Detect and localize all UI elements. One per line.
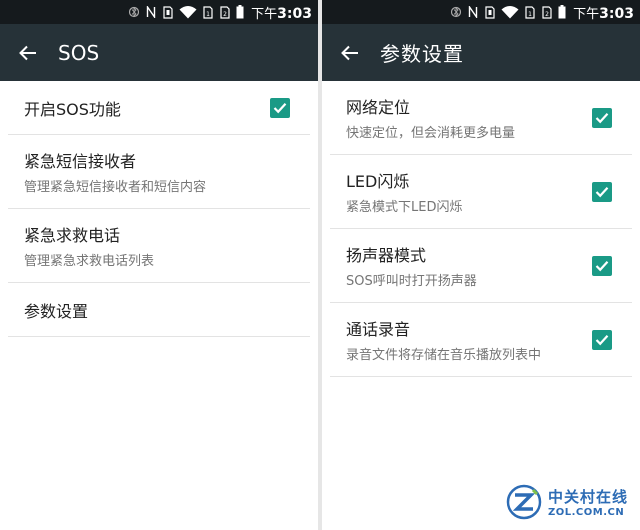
led-flash-checkbox[interactable] bbox=[592, 181, 612, 202]
call-recording-checkbox[interactable] bbox=[592, 329, 612, 350]
network-location-item[interactable]: 网络定位 快速定位，但会消耗更多电量 bbox=[330, 81, 632, 155]
parameter-settings-item[interactable]: 参数设置 bbox=[8, 283, 310, 337]
item-subtitle: 紧急模式下LED闪烁 bbox=[346, 200, 463, 215]
sms-recipients-item[interactable]: 紧急短信接收者 管理紧急短信接收者和短信内容 bbox=[8, 135, 310, 209]
wifi-icon bbox=[179, 5, 197, 19]
watermark-cn: 中关村在线 bbox=[547, 488, 628, 506]
app-bar: 参数设置 bbox=[322, 24, 640, 81]
battery-icon bbox=[236, 5, 244, 19]
settings-list: 开启SOS功能 紧急短信接收者 管理紧急短信接收者和短信内容 紧急求救电话 管理… bbox=[0, 81, 318, 337]
bluetooth-icon bbox=[450, 5, 462, 19]
sos-enable-item[interactable]: 开启SOS功能 bbox=[8, 81, 310, 135]
left-screen: 1 2 下午3:03 SOS 开启SOS功能 紧急短信接收者 管理紧急短信接收者… bbox=[0, 0, 318, 530]
app-bar: SOS bbox=[0, 24, 318, 81]
back-arrow-icon[interactable] bbox=[340, 43, 360, 63]
item-subtitle: 录音文件将存储在音乐播放列表中 bbox=[346, 348, 542, 363]
wifi-icon bbox=[501, 5, 519, 19]
svg-text:1: 1 bbox=[528, 11, 532, 18]
svg-text:2: 2 bbox=[545, 11, 549, 18]
item-title: LED闪烁 bbox=[346, 172, 410, 191]
svg-text:1: 1 bbox=[206, 11, 210, 18]
sim1-icon: 1 bbox=[524, 5, 536, 19]
nfc-icon bbox=[145, 5, 157, 19]
item-title: 开启SOS功能 bbox=[24, 99, 121, 119]
call-recording-item[interactable]: 通话录音 录音文件将存储在音乐播放列表中 bbox=[330, 303, 632, 377]
watermark-text: 中关村在线 ZOL.COM.CN bbox=[548, 486, 628, 518]
item-title: 紧急求救电话 bbox=[24, 226, 121, 245]
item-title: 扬声器模式 bbox=[346, 246, 427, 265]
item-subtitle: 快速定位，但会消耗更多电量 bbox=[346, 126, 516, 141]
emergency-call-item[interactable]: 紧急求救电话 管理紧急求救电话列表 bbox=[8, 209, 310, 283]
back-arrow-icon[interactable] bbox=[18, 43, 38, 63]
item-subtitle: SOS呼叫时打开扬声器 bbox=[346, 274, 477, 289]
item-title: 紧急短信接收者 bbox=[24, 152, 137, 171]
network-location-checkbox[interactable] bbox=[592, 107, 612, 128]
item-subtitle: 管理紧急求救电话列表 bbox=[24, 254, 155, 269]
sim2-icon: 2 bbox=[219, 5, 231, 19]
sim-icon bbox=[484, 5, 496, 19]
sim1-icon: 1 bbox=[202, 5, 214, 19]
status-bar: 1 2 下午3:03 bbox=[322, 0, 640, 24]
sim2-icon: 2 bbox=[541, 5, 553, 19]
item-title: 通话录音 bbox=[346, 320, 411, 339]
nfc-icon bbox=[467, 5, 479, 19]
speaker-mode-checkbox[interactable] bbox=[592, 255, 612, 276]
page-title: SOS bbox=[58, 40, 100, 65]
zol-logo-icon bbox=[506, 484, 542, 520]
zol-watermark: 中关村在线 ZOL.COM.CN bbox=[506, 484, 628, 520]
sos-enable-checkbox[interactable] bbox=[270, 97, 290, 118]
sim-icon bbox=[162, 5, 174, 19]
right-screen: 1 2 下午3:03 参数设置 网络定位 快速定位，但会消耗更多电量 LED闪烁… bbox=[322, 0, 640, 530]
item-subtitle: 管理紧急短信接收者和短信内容 bbox=[24, 180, 207, 195]
battery-icon bbox=[558, 5, 566, 19]
status-time: 下午3:03 bbox=[251, 5, 312, 22]
speaker-mode-item[interactable]: 扬声器模式 SOS呼叫时打开扬声器 bbox=[330, 229, 632, 303]
item-title: 参数设置 bbox=[24, 301, 89, 321]
status-time: 下午3:03 bbox=[573, 5, 634, 22]
bluetooth-icon bbox=[128, 5, 140, 19]
watermark-en: ZOL.COM.CN bbox=[547, 507, 625, 518]
page-title: 参数设置 bbox=[380, 44, 464, 66]
status-bar: 1 2 下午3:03 bbox=[0, 0, 318, 24]
led-flash-item[interactable]: LED闪烁 紧急模式下LED闪烁 bbox=[330, 155, 632, 229]
settings-list: 网络定位 快速定位，但会消耗更多电量 LED闪烁 紧急模式下LED闪烁 扬声器模… bbox=[322, 81, 640, 377]
item-title: 网络定位 bbox=[346, 98, 411, 117]
svg-text:2: 2 bbox=[223, 11, 227, 18]
